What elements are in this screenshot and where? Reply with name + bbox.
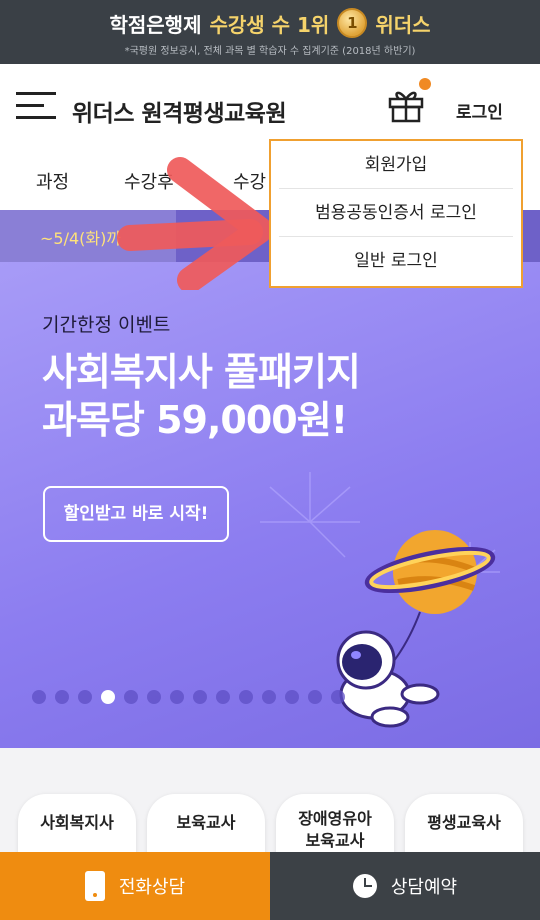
slide-dot[interactable]: [285, 690, 299, 704]
menu-item-general-login[interactable]: 일반 로그인: [279, 237, 513, 285]
menu-item-signup[interactable]: 회원가입: [279, 141, 513, 189]
promo-prefix: 학점은행제: [109, 12, 202, 37]
slide-dot[interactable]: [147, 690, 161, 704]
top-promo-banner[interactable]: 학점은행제 수강생 수 1위 1 위더스 *국평원 정보공시, 전체 과목 별 …: [0, 0, 540, 64]
hamburger-menu-icon[interactable]: [16, 90, 56, 122]
promo-highlight: 수강생 수 1위: [209, 12, 330, 37]
slide-dot[interactable]: [239, 690, 253, 704]
reserve-consult-button[interactable]: 상담예약: [270, 852, 540, 920]
reserve-consult-label: 상담예약: [390, 877, 458, 898]
notification-dot: [419, 78, 431, 90]
red-arrow-annotation: [117, 157, 273, 290]
notice-text: ~5/4(화)까: [40, 229, 122, 248]
site-header: 위더스 원격평생교육원 로그인: [0, 64, 540, 148]
slide-dot[interactable]: [262, 690, 276, 704]
slide-dot[interactable]: [331, 690, 345, 704]
phone-consult-label: 전화상담: [118, 877, 186, 898]
nav-tab-course[interactable]: 과정: [36, 168, 69, 194]
hero-banner[interactable]: 기간한정 이벤트 사회복지사 풀패키지 과목당 59,000원! 할인받고 바로…: [0, 262, 540, 748]
login-button[interactable]: 로그인: [456, 98, 503, 123]
menu-item-cert-login[interactable]: 범용공동인증서 로그인: [279, 189, 513, 237]
hero-cta-button[interactable]: 할인받고 바로 시작!: [43, 486, 229, 542]
hero-title-line1: 사회복지사 풀패키지: [42, 350, 361, 394]
slide-dot[interactable]: [78, 690, 92, 704]
gift-icon[interactable]: [387, 78, 431, 124]
slide-dot[interactable]: [193, 690, 207, 704]
promo-brand: 위더스: [375, 12, 431, 37]
slide-dot-active[interactable]: [101, 690, 115, 704]
login-dropdown: 회원가입 범용공동인증서 로그인 일반 로그인: [269, 139, 523, 288]
slide-dot[interactable]: [55, 690, 69, 704]
hero-eyebrow: 기간한정 이벤트: [42, 314, 171, 336]
slide-dot[interactable]: [170, 690, 184, 704]
hero-title-line2: 과목당 59,000원!: [42, 398, 348, 442]
site-logo[interactable]: 위더스 원격평생교육원: [72, 94, 287, 128]
medal-icon: 1: [337, 8, 368, 38]
hero-title: 사회복지사 풀패키지 과목당 59,000원!: [42, 348, 361, 444]
slide-dot[interactable]: [308, 690, 322, 704]
phone-consult-button[interactable]: 전화상담: [0, 852, 270, 920]
slide-dot[interactable]: [32, 690, 46, 704]
promo-footnote: *국평원 정보공시, 전체 과목 별 학습자 수 집계기준 (2018년 하반기…: [124, 46, 416, 57]
slide-dot[interactable]: [216, 690, 230, 704]
slide-dot[interactable]: [124, 690, 138, 704]
promo-headline: 학점은행제 수강생 수 1위 1 위더스: [0, 8, 540, 38]
course-card-row: 사회복지사 보육교사 장애영유아 보육교사 평생교육사: [0, 748, 540, 884]
bottom-action-bar: 전화상담 상담예약: [0, 852, 540, 920]
clock-icon: [352, 874, 377, 898]
phone-icon: [84, 871, 105, 901]
slide-indicator: [32, 690, 345, 704]
